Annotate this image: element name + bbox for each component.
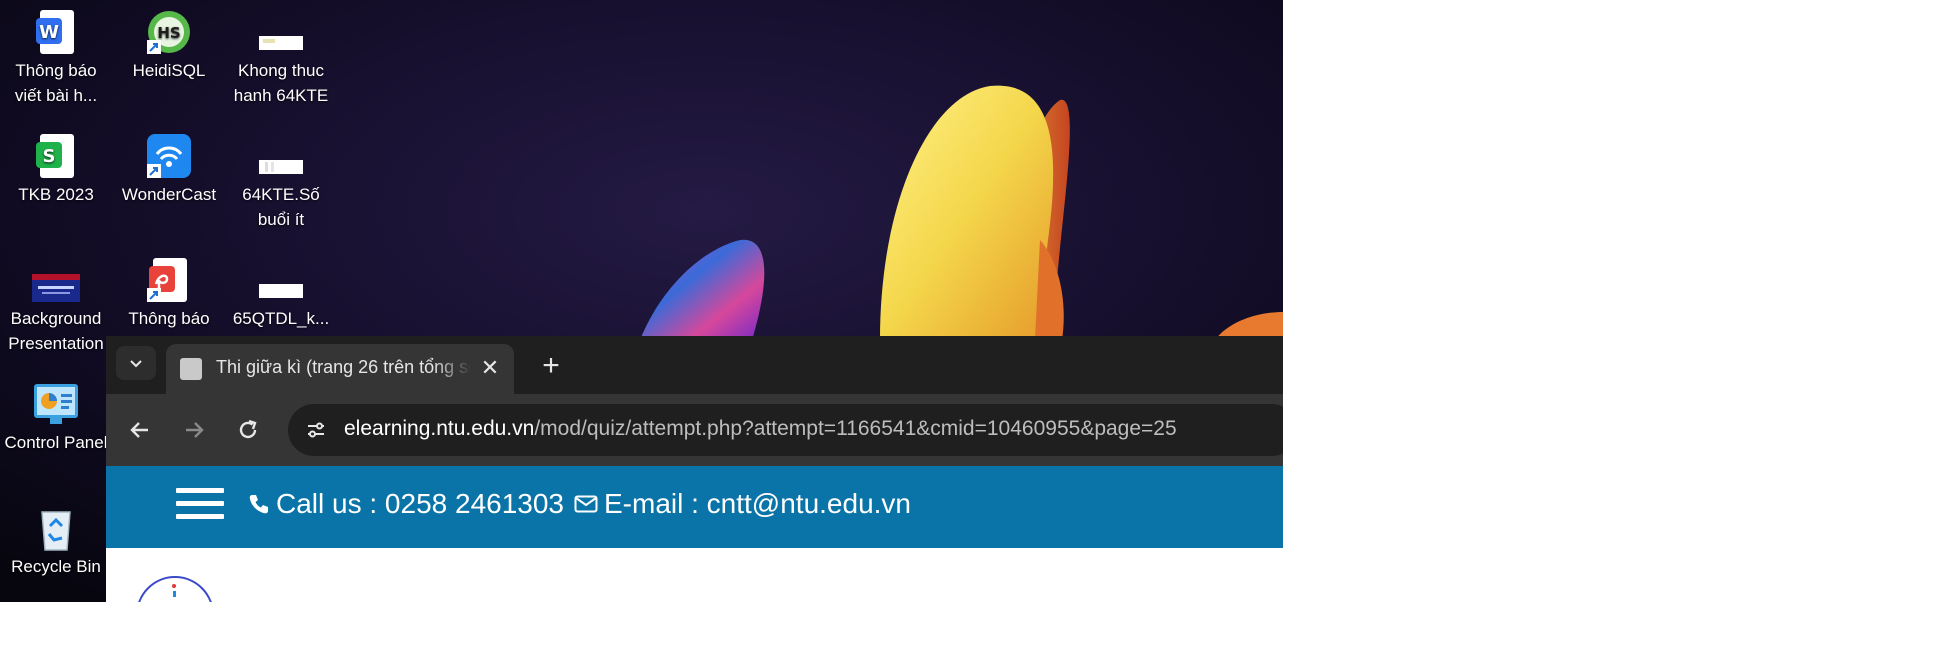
menu-hamburger-icon[interactable] <box>176 488 224 524</box>
forward-button[interactable] <box>172 408 216 452</box>
desktop-icon-label: Control Panel <box>4 433 108 452</box>
desktop-icon-label: 64KTE.Số buổi ít <box>242 185 320 229</box>
url-host: elearning.ntu.edu.vn <box>344 417 535 440</box>
wps-spreadsheet-icon: S <box>32 132 80 180</box>
desktop-icon-label: Thông báo viết bài h... <box>14 61 98 105</box>
recycle-bin-icon <box>32 504 80 552</box>
contact-info: Call us : 0258 2461303 E-mail : cntt@ntu… <box>248 488 911 520</box>
svg-text:HS: HS <box>157 24 180 42</box>
browser-window: Thi giữa kì (trang 26 trên tổng số ✕ + e… <box>106 336 1283 602</box>
browser-toolbar: elearning.ntu.edu.vn/mod/quiz/attempt.ph… <box>106 394 1283 466</box>
svg-text:S: S <box>43 146 56 167</box>
desktop-icon-heidisql[interactable]: HS HeidiSQL <box>114 8 224 83</box>
desktop-icon-65qtdl[interactable]: 65QTDL_k... <box>226 256 336 331</box>
desktop-icon-label: Khong thuc hanh 64KTE <box>233 61 329 105</box>
tab-title: Thi giữa kì (trang 26 trên tổng số <box>216 357 471 377</box>
desktop-icon-wondercast[interactable]: WonderCast <box>114 132 224 207</box>
document-thumbnail-icon <box>257 256 305 304</box>
desktop-icon-label: TKB 2023 <box>18 185 94 204</box>
desktop-icon-label: WonderCast <box>121 185 217 204</box>
desktop-icon-thong-bao-viet-bai[interactable]: W Thông báo viết bài h... <box>1 8 111 108</box>
url-path: /mod/quiz/attempt.php?attempt=1166541&cm… <box>534 417 1177 440</box>
email-address: E-mail : cntt@ntu.edu.vn <box>604 488 912 519</box>
desktop-icon-label: HeidiSQL <box>132 61 206 80</box>
logo-mark-dot <box>172 584 176 588</box>
wps-writer-icon: W <box>32 8 80 56</box>
reload-button[interactable] <box>226 408 270 452</box>
arrow-left-icon <box>130 422 148 438</box>
desktop-icon-recycle-bin[interactable]: Recycle Bin <box>1 504 111 579</box>
desktop-icon-label: 65QTDL_k... <box>232 309 330 328</box>
favicon-icon <box>180 358 202 380</box>
university-logo[interactable] <box>136 576 214 602</box>
svg-text:W: W <box>39 22 59 43</box>
envelope-icon <box>574 495 598 513</box>
desktop-icon-label: Recycle Bin <box>11 557 101 576</box>
wps-pdf-icon <box>145 256 193 304</box>
browser-tab-active[interactable]: Thi giữa kì (trang 26 trên tổng số ✕ <box>166 344 514 394</box>
arrow-right-icon <box>186 422 204 438</box>
reload-icon <box>239 419 257 439</box>
desktop-icon-label: Background Presentation <box>8 309 104 353</box>
url-text: elearning.ntu.edu.vn/mod/quiz/attempt.ph… <box>344 417 1177 441</box>
new-tab-button[interactable]: + <box>534 350 568 384</box>
desktop-icon-khong-thuc-hanh[interactable]: Khong thuc hanh 64KTE <box>226 8 336 108</box>
close-tab-icon[interactable]: ✕ <box>478 356 502 380</box>
wondercast-icon <box>145 132 193 180</box>
desktop-icon-label: Thông báo <box>128 309 210 328</box>
site-header-bar: Call us : 0258 2461303 E-mail : cntt@ntu… <box>106 466 1283 548</box>
logo-mark-bar <box>173 591 176 597</box>
desktop-icon-64kte-so-buoi[interactable]: 64KTE.Số buổi ít <box>226 132 336 232</box>
tab-search-button[interactable] <box>116 346 156 380</box>
site-settings-icon[interactable] <box>298 412 334 448</box>
document-thumbnail-icon <box>257 132 305 180</box>
heidisql-icon: HS <box>145 8 193 56</box>
page-content <box>106 548 1283 602</box>
address-bar[interactable]: elearning.ntu.edu.vn/mod/quiz/attempt.ph… <box>288 404 1283 456</box>
desktop: W Thông báo viết bài h... HS HeidiSQL Kh… <box>0 0 1283 602</box>
document-thumbnail-icon <box>257 8 305 56</box>
control-panel-icon <box>32 380 80 428</box>
chevron-down-icon <box>130 360 142 368</box>
desktop-icon-thong-bao[interactable]: Thông báo <box>114 256 224 331</box>
desktop-icon-tkb-2023[interactable]: S TKB 2023 <box>1 132 111 207</box>
desktop-icon-control-panel[interactable]: Control Panel <box>1 380 111 455</box>
desktop-icon-background-presentation[interactable]: Background Presentation <box>1 256 111 356</box>
phone-icon <box>249 495 268 514</box>
back-button[interactable] <box>118 408 162 452</box>
tab-strip: Thi giữa kì (trang 26 trên tổng số ✕ + <box>106 336 1283 394</box>
phone-number: Call us : 0258 2461303 <box>276 488 564 519</box>
presentation-thumbnail-icon <box>32 256 80 304</box>
